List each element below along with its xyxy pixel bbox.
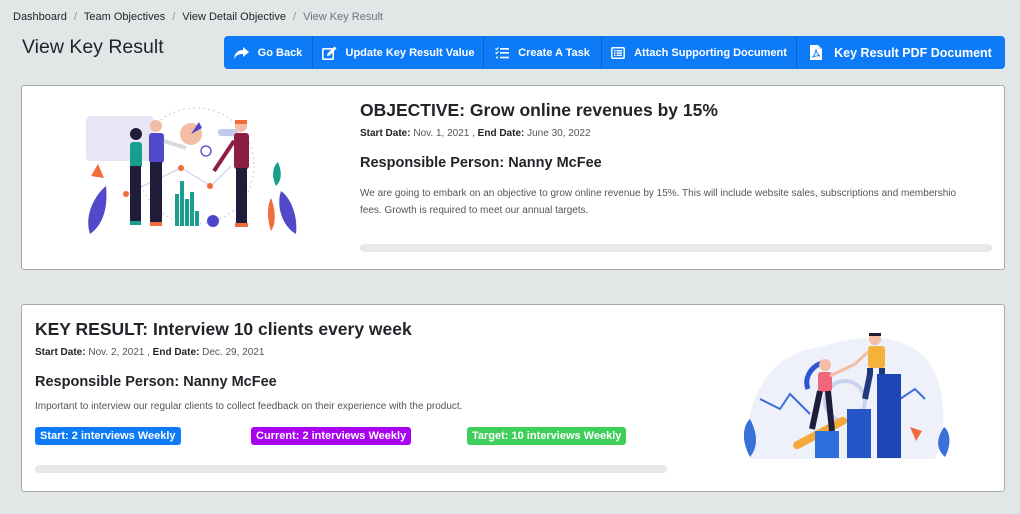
tasks-icon [495,46,510,58]
start-date-label: Start Date: [360,128,411,139]
create-task-button[interactable]: Create A Task [484,36,602,69]
page-title: View Key Result [22,36,164,58]
end-date-value: Dec. 29, 2021 [202,347,265,358]
key-result-pdf-button[interactable]: Key Result PDF Document [797,36,1005,69]
breadcrumb-team-objectives[interactable]: Team Objectives [84,11,165,23]
key-result-responsible-person: Responsible Person: Nanny McFee [35,374,277,390]
key-result-card: KEY RESULT: Interview 10 clients every w… [21,304,1005,492]
breadcrumb-current: View Key Result [303,11,383,23]
go-back-button[interactable]: Go Back [224,36,313,69]
file-pdf-icon [810,45,823,60]
breadcrumb: Dashboard / Team Objectives / View Detai… [13,11,383,23]
start-date-value: Nov. 1, 2021 [413,128,470,139]
update-key-result-value-button[interactable]: Update Key Result Value [313,36,484,69]
breadcrumb-view-detail-objective[interactable]: View Detail Objective [182,11,286,23]
list-alt-icon [611,46,626,59]
start-value-badge: Start: 2 interviews Weekly [35,427,181,445]
update-key-result-value-label: Update Key Result Value [345,46,475,59]
breadcrumb-separator: / [172,11,176,23]
breadcrumb-separator: / [293,11,297,23]
create-task-label: Create A Task [518,46,590,59]
breadcrumb-dashboard[interactable]: Dashboard [13,11,67,23]
objective-title: OBJECTIVE: Grow online revenues by 15% [360,100,718,120]
attach-supporting-document-label: Attach Supporting Document [634,46,787,59]
key-result-pdf-label: Key Result PDF Document [834,45,992,60]
target-value-badge: Target: 10 interviews Weekly [467,427,627,445]
end-date-label: End Date: [152,347,200,358]
current-value-badge: Current: 2 interviews Weekly [251,427,412,445]
teamwork-growth-illustration [743,333,950,459]
objective-progress-bar [360,244,992,252]
key-result-title: KEY RESULT: Interview 10 clients every w… [35,319,412,339]
objective-card: OBJECTIVE: Grow online revenues by 15% S… [21,85,1005,270]
action-toolbar: Go Back Update Key Result Value Create A… [224,36,1005,69]
go-back-label: Go Back [257,46,303,59]
team-analytics-illustration [86,107,297,234]
breadcrumb-separator: / [73,11,77,23]
attach-supporting-document-button[interactable]: Attach Supporting Document [602,36,797,69]
edit-icon [321,46,336,60]
key-result-dates: Start Date: Nov. 2, 2021 , End Date: Dec… [35,347,265,358]
objective-responsible-person: Responsible Person: Nanny McFee [360,155,602,171]
start-date-label: Start Date: [35,347,86,358]
objective-dates: Start Date: Nov. 1, 2021 , End Date: Jun… [360,128,591,139]
end-date-value: June 30, 2022 [527,128,591,139]
end-date-label: End Date: [477,128,525,139]
key-result-description: Important to interview our regular clien… [35,401,463,412]
start-date-value: Nov. 2, 2021 [88,347,145,358]
objective-description: We are going to embark on an objective t… [360,188,957,216]
share-arrow-icon [233,46,249,59]
key-result-progress-bar [35,465,667,473]
